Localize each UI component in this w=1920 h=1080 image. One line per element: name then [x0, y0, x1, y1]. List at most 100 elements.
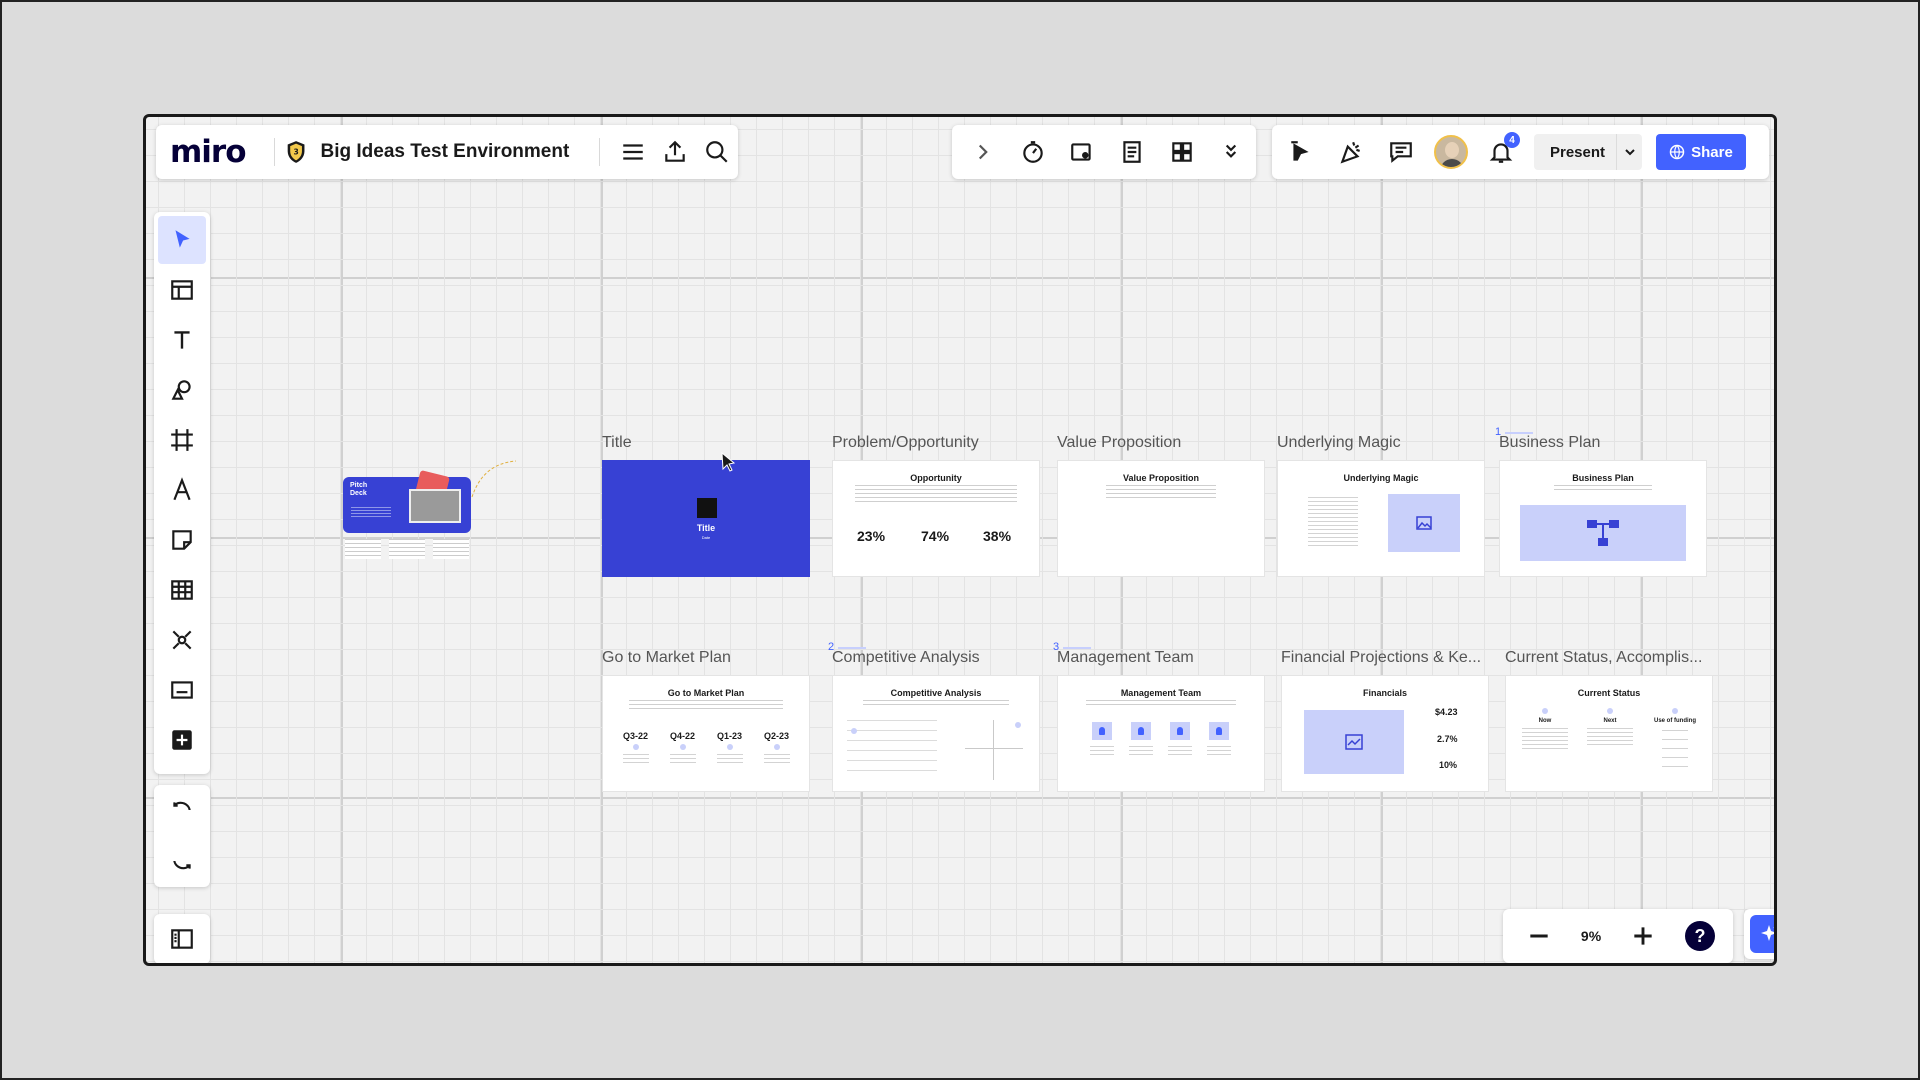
templates-tool-button[interactable] [158, 266, 206, 314]
mouse-cursor-icon [721, 452, 736, 472]
image-icon [1416, 516, 1432, 530]
help-button[interactable]: ? [1685, 921, 1716, 951]
undo-icon [173, 801, 191, 810]
globe-icon [1669, 144, 1685, 160]
shapes-tool-button[interactable] [158, 366, 206, 414]
frame-heading: Underlying Magic [1343, 473, 1419, 483]
minus-icon [1530, 934, 1548, 938]
text-tool-button[interactable] [158, 316, 206, 364]
board-panel-toggle[interactable] [154, 914, 210, 963]
frame-heading: Current Status [1577, 688, 1641, 698]
select-tool-button[interactable] [158, 216, 206, 264]
frame-body-text [1086, 700, 1236, 706]
pen-tool-button[interactable] [158, 466, 206, 514]
zoom-level[interactable]: 9% [1581, 928, 1601, 944]
present-label: Present [1550, 143, 1606, 161]
grid-apps-icon[interactable] [1157, 127, 1207, 177]
shapes-icon [171, 380, 191, 400]
zoom-in-button[interactable] [1625, 911, 1661, 961]
plus-icon [1634, 927, 1652, 945]
card-tool-button[interactable] [158, 666, 206, 714]
frame-management-team[interactable]: Management Team [1057, 675, 1265, 792]
frame-body-text [855, 485, 1017, 503]
celebrate-icon[interactable] [1326, 127, 1376, 177]
frame-financial-projections[interactable]: Financials $4.23 2.7% 10% [1281, 675, 1489, 792]
notifications-icon[interactable]: 4 [1476, 127, 1526, 177]
double-chevron-down-icon[interactable] [1206, 127, 1256, 177]
ai-assist-button[interactable] [1744, 909, 1774, 959]
frame-tool-button[interactable] [158, 416, 206, 464]
mind-map-icon [172, 630, 192, 650]
more-tools-button[interactable] [158, 716, 206, 764]
frame-label-value[interactable]: Value Proposition [1057, 434, 1181, 452]
svg-text:3: 3 [294, 148, 299, 157]
frame-label-magic[interactable]: Underlying Magic [1277, 434, 1401, 452]
person-icon [1131, 722, 1151, 740]
cursor-flag-icon[interactable] [1276, 127, 1326, 177]
table-tool-button[interactable] [158, 566, 206, 614]
line-chart-icon [1345, 734, 1363, 750]
cursor-icon [175, 230, 190, 248]
notes-icon[interactable] [1107, 127, 1157, 177]
comparison-table [847, 720, 937, 778]
frame-go-to-market[interactable]: Go to Market Plan Q3-22 Q4-22 Q1-23 Q2-2… [602, 675, 810, 792]
connector-line [471, 460, 517, 498]
zoom-out-button[interactable] [1521, 911, 1557, 961]
share-label: Share [1691, 143, 1733, 161]
frame-value-proposition[interactable]: Value Proposition [1057, 460, 1265, 577]
timer-icon[interactable] [1008, 127, 1058, 177]
shield-icon[interactable]: 3 [286, 138, 306, 166]
present-button[interactable]: Present [1534, 134, 1642, 170]
stat-value: 74% [921, 528, 950, 544]
board-title[interactable]: Big Ideas Test Environment [321, 141, 570, 163]
frame-body-text [1106, 485, 1216, 499]
person-icon [1092, 722, 1112, 740]
financial-value: $4.23 [1435, 707, 1458, 717]
user-avatar[interactable] [1434, 135, 1468, 169]
image-placeholder [1388, 494, 1460, 552]
frame-body-text [1308, 497, 1358, 547]
pitch-deck-cover: Pitch Deck [343, 470, 471, 533]
creation-toolbar [154, 212, 210, 774]
frame-label-business[interactable]: Business Plan [1499, 434, 1600, 452]
frame-competitive-analysis[interactable]: Competitive Analysis [832, 675, 1040, 792]
sticky-note-icon [172, 530, 192, 550]
frame-label-status[interactable]: Current Status, Accomplis... [1505, 649, 1702, 667]
frame-label-competitive[interactable]: Competitive Analysis [832, 649, 980, 667]
redo-button[interactable] [158, 837, 206, 885]
frame-label-financial[interactable]: Financial Projections & Ke... [1281, 649, 1481, 667]
share-toolbar: 4 Present Share [1272, 125, 1769, 179]
frame-label-problem[interactable]: Problem/Opportunity [832, 434, 979, 452]
share-button[interactable]: Share [1656, 134, 1746, 170]
video-icon[interactable] [1057, 127, 1107, 177]
search-icon[interactable] [696, 127, 738, 177]
mind-map-tool-button[interactable] [158, 616, 206, 664]
comment-icon[interactable] [1376, 127, 1426, 177]
divider [273, 138, 275, 166]
quarter-label: Q3-22 [623, 731, 649, 741]
menu-icon[interactable] [612, 127, 654, 177]
frame-title[interactable]: Title Date [602, 460, 810, 577]
frame-heading: Management Team [1120, 688, 1202, 698]
pitch-deck-widget[interactable]: Pitch Deck [343, 460, 517, 567]
frame-label-title[interactable]: Title [602, 434, 632, 452]
financial-value: 2.7% [1437, 734, 1458, 744]
quarter-label: Q4-22 [670, 731, 696, 741]
frame-business-plan[interactable]: Business Plan [1499, 460, 1707, 577]
frame-body-text [1554, 485, 1652, 491]
quarter-label: Q1-23 [717, 731, 743, 741]
chevron-right-icon[interactable] [958, 127, 1008, 177]
frame-problem-opportunity[interactable]: Opportunity 23% 74% 38% [832, 460, 1040, 577]
quarter-label: Q2-23 [764, 731, 790, 741]
present-dropdown-caret[interactable] [1616, 134, 1642, 170]
frame-current-status[interactable]: Current Status Now Next Use of funding [1505, 675, 1713, 792]
undo-button[interactable] [158, 786, 206, 834]
export-icon[interactable] [654, 127, 696, 177]
frame-label-team[interactable]: Management Team [1057, 649, 1194, 667]
sticky-note-tool-button[interactable] [158, 516, 206, 564]
divider [599, 138, 601, 166]
frame-underlying-magic[interactable]: Underlying Magic [1277, 460, 1485, 577]
frame-label-gtm[interactable]: Go to Market Plan [602, 649, 731, 667]
miro-logo[interactable]: miro [170, 134, 247, 170]
diagram-placeholder [1520, 505, 1686, 561]
